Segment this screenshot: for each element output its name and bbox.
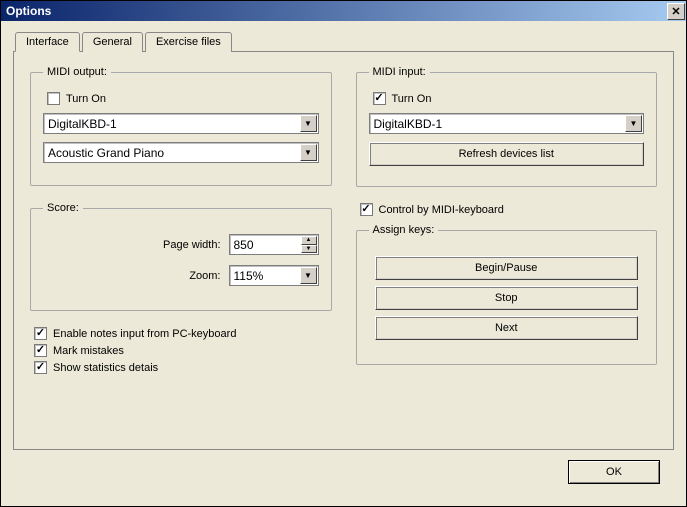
midi-output-turnon-checkbox[interactable] — [47, 92, 60, 105]
page-width-label: Page width: — [163, 239, 220, 251]
dropdown-icon[interactable] — [625, 115, 642, 132]
ok-button[interactable]: OK — [568, 460, 660, 484]
dropdown-icon[interactable] — [300, 267, 317, 284]
dropdown-icon[interactable] — [300, 144, 317, 161]
window-title: Options — [6, 4, 51, 18]
enable-pc-keyboard-label: Enable notes input from PC-keyboard — [53, 328, 236, 340]
dialog-footer: OK — [13, 450, 674, 496]
score-group: Score: Page width: 850 ▲ ▼ — [30, 202, 332, 311]
assign-keys-legend: Assign keys: — [369, 224, 439, 236]
midi-input-device-value: DigitalKBD-1 — [374, 117, 625, 131]
midi-output-turnon-label: Turn On — [66, 93, 106, 105]
close-icon: ✕ — [671, 5, 680, 18]
midi-input-legend: MIDI input: — [369, 66, 430, 78]
refresh-devices-button[interactable]: Refresh devices list — [369, 142, 645, 166]
show-statistics-checkbox[interactable] — [34, 361, 47, 374]
midi-input-turnon-checkbox[interactable] — [373, 92, 386, 105]
midi-output-instrument-value: Acoustic Grand Piano — [48, 146, 299, 160]
zoom-combo[interactable]: 115% — [229, 265, 319, 286]
next-button[interactable]: Next — [375, 316, 639, 340]
zoom-label: Zoom: — [189, 270, 220, 282]
tab-panel-interface: MIDI output: Turn On DigitalKBD-1 Acoust… — [13, 51, 674, 450]
control-midi-keyboard-checkbox[interactable] — [360, 203, 373, 216]
midi-output-group: MIDI output: Turn On DigitalKBD-1 Acoust… — [30, 66, 332, 186]
page-width-value: 850 — [230, 235, 300, 254]
midi-output-device-select[interactable]: DigitalKBD-1 — [43, 113, 319, 134]
assign-keys-group: Assign keys: Begin/Pause Stop Next — [356, 224, 658, 365]
midi-output-instrument-select[interactable]: Acoustic Grand Piano — [43, 142, 319, 163]
show-statistics-label: Show statistics detais — [53, 362, 158, 374]
stop-button[interactable]: Stop — [375, 286, 639, 310]
spin-up-icon[interactable]: ▲ — [301, 236, 317, 245]
dropdown-icon[interactable] — [300, 115, 317, 132]
midi-output-device-value: DigitalKBD-1 — [48, 117, 299, 131]
midi-input-device-select[interactable]: DigitalKBD-1 — [369, 113, 645, 134]
tab-interface[interactable]: Interface — [15, 32, 80, 52]
page-width-spinner[interactable]: 850 ▲ ▼ — [229, 234, 319, 255]
mark-mistakes-label: Mark mistakes — [53, 345, 124, 357]
control-midi-keyboard-label: Control by MIDI-keyboard — [379, 204, 504, 216]
close-button[interactable]: ✕ — [667, 3, 685, 20]
midi-output-legend: MIDI output: — [43, 66, 111, 78]
enable-pc-keyboard-checkbox[interactable] — [34, 327, 47, 340]
tab-strip: Interface General Exercise files — [15, 31, 674, 51]
spin-down-icon[interactable]: ▼ — [301, 245, 317, 254]
titlebar: Options ✕ — [1, 1, 686, 21]
tab-general[interactable]: General — [82, 32, 143, 52]
zoom-value: 115% — [234, 269, 299, 283]
mark-mistakes-checkbox[interactable] — [34, 344, 47, 357]
score-legend: Score: — [43, 202, 83, 214]
client-area: Interface General Exercise files MIDI ou… — [1, 21, 686, 506]
midi-input-turnon-label: Turn On — [392, 93, 432, 105]
options-dialog: Options ✕ Interface General Exercise fil… — [0, 0, 687, 507]
tab-exercise-files[interactable]: Exercise files — [145, 32, 232, 52]
midi-input-group: MIDI input: Turn On DigitalKBD-1 Refresh… — [356, 66, 658, 187]
begin-pause-button[interactable]: Begin/Pause — [375, 256, 639, 280]
